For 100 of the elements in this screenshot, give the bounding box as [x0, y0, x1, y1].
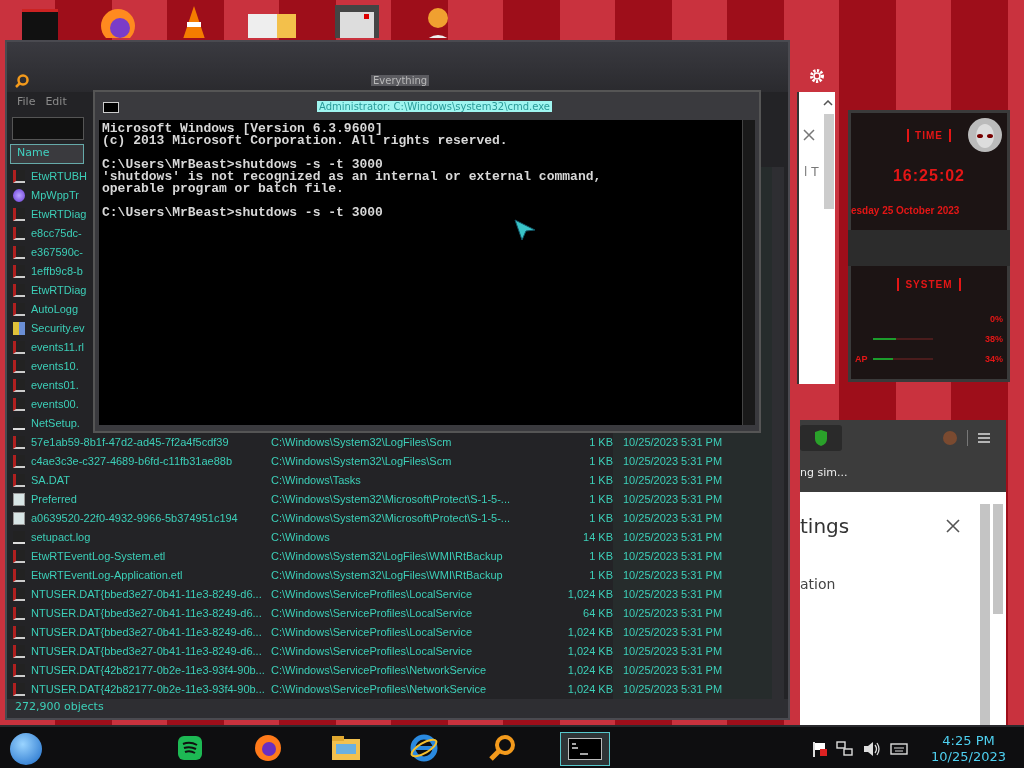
date-modified: 10/25/2023 5:31 PM [622, 664, 723, 677]
file-icon [13, 321, 25, 335]
file-name[interactable]: EtwRTDiag [31, 284, 87, 297]
file-path: C:\Windows\ServiceProfiles\LocalService [271, 607, 474, 620]
file-icon [13, 663, 25, 677]
scroll-up-icon[interactable] [823, 100, 833, 106]
file-size: 1 KB [588, 474, 613, 487]
file-name[interactable]: MpWppTr [31, 189, 79, 202]
console-line: (c) 2013 Microsoft Corporation. All rights reserved. [102, 135, 509, 147]
search-field[interactable] [12, 117, 84, 141]
file-name[interactable]: EtwRTEventLog-System.etl [31, 550, 271, 563]
date-modified: 10/25/2023 5:31 PM [622, 474, 723, 487]
file-name[interactable]: events01. [31, 379, 79, 392]
app-window-icon[interactable] [334, 4, 380, 38]
console-line: Microsoft Windows [Version 6.3.9600] [102, 123, 384, 135]
file-name[interactable]: EtwRTEventLog-Application.etl [31, 569, 271, 582]
volume-icon[interactable] [863, 740, 882, 757]
clock-time[interactable]: 4:25 PM [942, 732, 995, 749]
file-icon [13, 549, 25, 563]
clock-time: 16:25:02 [891, 167, 966, 185]
menu-item[interactable]: File [17, 95, 36, 111]
file-icon [13, 435, 25, 449]
file-name[interactable]: events11.rl [31, 341, 84, 354]
file-icon [13, 454, 25, 468]
file-name[interactable]: 57e1ab59-8b1f-47d2-ad45-7f2a4f5cdf39 [31, 436, 271, 449]
file-name[interactable]: Preferred [31, 493, 271, 506]
date-modified: 10/25/2023 5:31 PM [622, 550, 723, 563]
terminal-icon [568, 737, 602, 760]
file-name[interactable]: NTUSER.DAT{bbed3e27-0b41-11e3-8249-d6... [31, 645, 271, 658]
file-icon [13, 587, 25, 601]
file-path: C:\Windows\System32\Microsoft\Protect\S-1-5-... [271, 493, 511, 506]
flag-icon[interactable] [811, 740, 828, 757]
date-modified: 10/25/2023 5:31 PM [622, 569, 723, 582]
menu-item[interactable]: Edit [45, 95, 67, 111]
file-icon [13, 644, 25, 658]
console-line: 'shutdows' is not recognized as an internal or external command, [102, 171, 603, 183]
settings-item[interactable]: ation [800, 576, 980, 592]
file-name[interactable]: NTUSER.DAT{bbed3e27-0b41-11e3-8249-d6... [31, 626, 271, 639]
menu-icon[interactable] [978, 432, 990, 444]
alien-head-icon [967, 117, 1003, 153]
close-icon[interactable] [946, 519, 960, 533]
widget-title: TIME [907, 128, 951, 142]
close-icon[interactable] [803, 129, 815, 141]
file-size: 1,024 KB [566, 588, 613, 601]
file-size: 1,024 KB [566, 645, 613, 658]
file-name[interactable]: events00. [31, 398, 79, 411]
network-icon[interactable] [836, 740, 855, 757]
date-modified: 10/25/2023 5:31 PM [622, 455, 723, 468]
file-name[interactable]: SA.DAT [31, 474, 271, 487]
extension-button[interactable] [800, 425, 842, 451]
date-modified: 10/25/2023 5:31 PM [622, 683, 723, 696]
file-icon [13, 492, 25, 506]
file-icon [13, 245, 25, 259]
file-icon [13, 340, 25, 354]
browser-e-icon [410, 733, 438, 762]
clock-date: esday 25 October 2023 [851, 205, 961, 216]
file-size: 1,024 KB [566, 664, 613, 677]
terminal-icon [103, 102, 119, 113]
file-icon [13, 530, 25, 544]
file-size: 1 KB [588, 512, 613, 525]
file-name[interactable]: NetSetup. [31, 417, 80, 430]
file-icon [13, 473, 25, 487]
date-modified: 10/25/2023 5:31 PM [622, 626, 723, 639]
file-size: 64 KB [582, 607, 613, 620]
file-name[interactable]: a0639520-22f0-4932-9966-5b374951c194 [31, 512, 271, 525]
file-icon [13, 606, 25, 620]
date-modified: 10/25/2023 5:31 PM [622, 531, 723, 544]
file-icon [13, 378, 25, 392]
date-modified: 10/25/2023 5:31 PM [622, 588, 723, 601]
file-name[interactable]: NTUSER.DAT{42b82177-0b2e-11e3-93f4-90b... [31, 664, 271, 677]
file-path: C:\Windows\System32\LogFiles\WMI\RtBackup [271, 569, 504, 582]
file-path: C:\Windows\Tasks [271, 474, 362, 487]
file-name[interactable]: Security.ev [31, 322, 85, 335]
file-name[interactable]: events10. [31, 360, 79, 373]
settings-icon[interactable] [808, 67, 826, 85]
folder-icon [331, 734, 361, 761]
taskbar-button[interactable] [560, 731, 610, 766]
file-size: 1 KB [588, 436, 613, 449]
cursor-icon [513, 218, 537, 242]
file-name[interactable]: NTUSER.DAT{bbed3e27-0b41-11e3-8249-d6... [31, 588, 271, 601]
file-name[interactable]: NTUSER.DAT{42b82177-0b2e-11e3-93f4-90b... [31, 683, 271, 696]
keyboard-icon[interactable] [890, 741, 909, 756]
start-button[interactable] [10, 732, 42, 765]
file-name[interactable]: setupact.log [31, 531, 271, 544]
file-path: C:\Windows [271, 531, 331, 544]
file-path: C:\Windows\System32\LogFiles\WMI\RtBackup [271, 550, 504, 563]
clock-date[interactable]: 10/25/2023 [931, 748, 1006, 765]
file-path: C:\Windows\ServiceProfiles\NetworkService [271, 683, 488, 696]
music-icon [177, 734, 203, 761]
file-name[interactable]: EtwRTDiag [31, 208, 87, 221]
file-path: C:\Windows\System32\LogFiles\Scm [271, 436, 453, 449]
file-name[interactable]: AutoLogg [31, 303, 79, 316]
file-size: 1 KB [588, 569, 613, 582]
file-name[interactable]: e367590c- [31, 246, 83, 259]
file-name[interactable]: e8cc75dc- [31, 227, 82, 240]
file-name[interactable]: c4ae3c3e-c327-4689-b6fd-c11fb31ae88b [31, 455, 271, 468]
file-path: C:\Windows\ServiceProfiles\NetworkService [271, 664, 488, 677]
file-name[interactable]: NTUSER.DAT{bbed3e27-0b41-11e3-8249-d6... [31, 607, 271, 620]
file-name[interactable]: 1effb9c8-b [31, 265, 83, 278]
file-name[interactable]: EtwRTUBH [31, 170, 88, 183]
